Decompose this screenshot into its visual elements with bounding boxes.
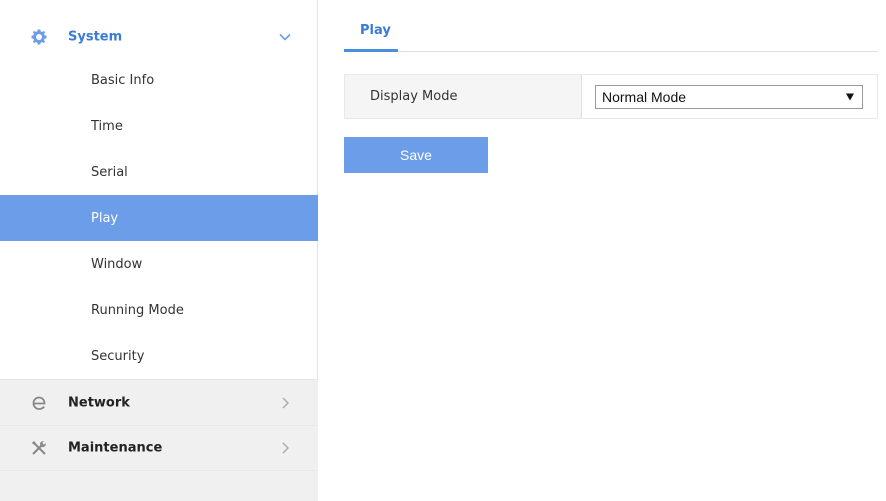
sidebar-group-maintenance-label: Maintenance	[68, 440, 163, 456]
sidebar-item-running-mode[interactable]: Running Mode	[0, 287, 318, 333]
sidebar-group-maintenance[interactable]: Maintenance	[0, 425, 318, 471]
sidebar-item-label: Time	[91, 118, 123, 134]
sidebar-group-network-label: Network	[68, 395, 130, 410]
display-mode-value-cell: Normal Mode	[582, 75, 877, 118]
tab-bar: Play	[344, 14, 878, 52]
tab-play-label: Play	[360, 23, 391, 38]
sidebar-item-window[interactable]: Window	[0, 241, 318, 287]
sidebar-item-label: Window	[91, 256, 143, 272]
tools-icon	[30, 439, 48, 457]
sidebar-item-label: Security	[91, 348, 145, 364]
sidebar-item-label: Running Mode	[91, 302, 184, 318]
dropdown-arrow-icon	[846, 93, 854, 101]
sidebar-footer	[0, 471, 318, 501]
display-mode-select[interactable]: Normal Mode	[595, 85, 863, 109]
chevron-right-icon	[278, 396, 292, 410]
chevron-right-icon	[278, 441, 292, 455]
sidebar-group-system-label: System	[68, 29, 123, 45]
sidebar: System Basic Info Time Serial Play Windo…	[0, 0, 318, 501]
tab-play[interactable]: Play	[344, 14, 407, 52]
tab-active-indicator	[344, 49, 398, 52]
gear-icon	[30, 28, 48, 46]
sidebar-item-serial[interactable]: Serial	[0, 149, 318, 195]
sidebar-group-network[interactable]: Network	[0, 379, 318, 425]
display-mode-selected-value: Normal Mode	[602, 89, 687, 105]
sidebar-item-label: Basic Info	[91, 72, 155, 88]
sidebar-item-basic-info[interactable]: Basic Info	[0, 57, 318, 103]
sidebar-item-play[interactable]: Play	[0, 195, 318, 241]
sidebar-item-time[interactable]: Time	[0, 103, 318, 149]
main-content: Play Display Mode Normal Mode Save	[318, 0, 886, 501]
save-button[interactable]: Save	[344, 137, 488, 173]
chevron-down-icon	[278, 30, 292, 44]
display-mode-row: Display Mode Normal Mode	[344, 74, 878, 119]
network-e-icon	[30, 394, 48, 412]
display-mode-label: Display Mode	[345, 75, 582, 118]
sidebar-item-security[interactable]: Security	[0, 333, 318, 379]
sidebar-item-label: Play	[91, 210, 119, 226]
sidebar-item-label: Serial	[91, 164, 128, 180]
sidebar-group-system[interactable]: System	[0, 14, 318, 60]
